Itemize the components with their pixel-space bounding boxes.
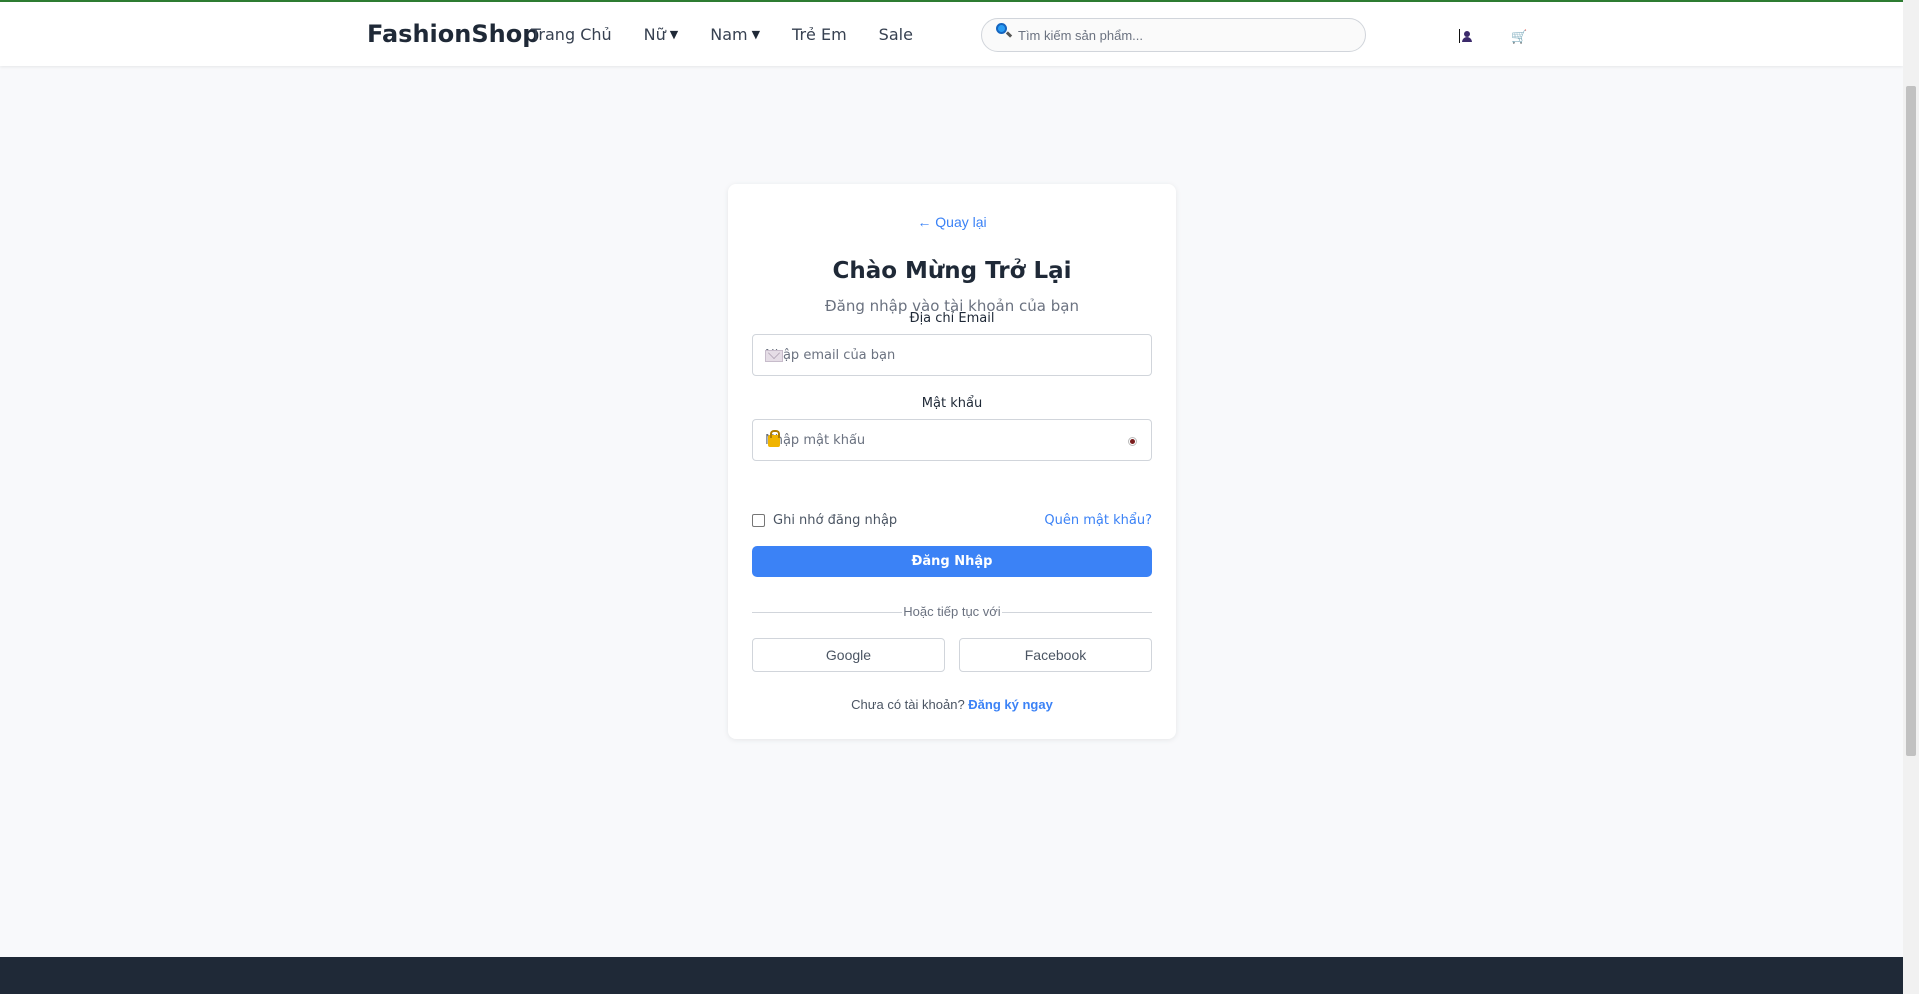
back-link[interactable]: ← Quay lại: [728, 214, 1176, 230]
password-field[interactable]: [765, 420, 1105, 460]
search-input[interactable]: [1018, 27, 1348, 43]
nav-item-home[interactable]: Trang Chủ: [531, 25, 612, 44]
lock-icon: [768, 430, 780, 447]
signup-prompt-text: Chưa có tài khoản?: [851, 697, 965, 712]
facebook-login-button[interactable]: Facebook: [959, 638, 1152, 672]
nav-item-sale[interactable]: Sale: [879, 25, 913, 44]
envelope-icon: [765, 350, 783, 362]
signup-prompt: Chưa có tài khoản? Đăng ký ngay: [728, 697, 1176, 712]
remember-me: Ghi nhớ đăng nhập: [752, 513, 897, 528]
site-logo[interactable]: FashionShop: [367, 20, 539, 48]
email-field-wrapper: [752, 334, 1152, 376]
password-label: Mật khẩu: [921, 396, 983, 411]
email-field[interactable]: [765, 335, 1105, 375]
email-label: Địa chỉ Email: [909, 311, 995, 326]
nav-item-women[interactable]: Nữ ▼: [644, 25, 679, 44]
nav-item-label: Trang Chủ: [531, 24, 612, 44]
main-nav: Trang Chủ Nữ ▼ Nam ▼ Trẻ Em Sale: [531, 2, 945, 66]
signup-link[interactable]: Đăng ký ngay: [968, 697, 1053, 712]
nav-item-label: Nữ: [643, 24, 666, 44]
search-bar: [981, 18, 1366, 52]
scrollbar-thumb[interactable]: [1906, 86, 1916, 756]
divider-label: Hoặc tiếp tục với: [728, 604, 1176, 619]
eye-icon[interactable]: [1128, 437, 1137, 446]
remember-checkbox[interactable]: [752, 514, 765, 527]
divider-text: Hoặc tiếp tục với: [902, 604, 1002, 619]
footer: [0, 957, 1903, 994]
search-icon: [994, 22, 1013, 40]
nav-item-label: Nam: [710, 24, 748, 44]
login-card: ← Quay lại Chào Mừng Trở Lại Đăng nhập v…: [728, 184, 1176, 739]
navbar: FashionShop Trang Chủ Nữ ▼ Nam ▼ Trẻ Em …: [0, 2, 1903, 66]
password-field-wrapper: [752, 419, 1152, 461]
nav-item-kids[interactable]: Trẻ Em: [792, 25, 847, 44]
chevron-down-icon: ▼: [751, 27, 761, 41]
nav-item-label: Sale: [878, 24, 913, 44]
forgot-password-link[interactable]: Quên mật khẩu?: [1044, 513, 1152, 528]
page-title: Chào Mừng Trở Lại: [832, 258, 1072, 284]
cart-icon[interactable]: 🛒: [1511, 29, 1527, 44]
chevron-down-icon: ▼: [669, 27, 679, 41]
remember-label: Ghi nhớ đăng nhập: [773, 513, 898, 528]
nav-item-label: Trẻ Em: [792, 24, 847, 44]
user-icon[interactable]: [1459, 29, 1475, 45]
nav-item-men[interactable]: Nam ▼: [710, 25, 760, 44]
google-login-button[interactable]: Google: [752, 638, 945, 672]
login-button[interactable]: Đăng Nhập: [752, 546, 1152, 577]
